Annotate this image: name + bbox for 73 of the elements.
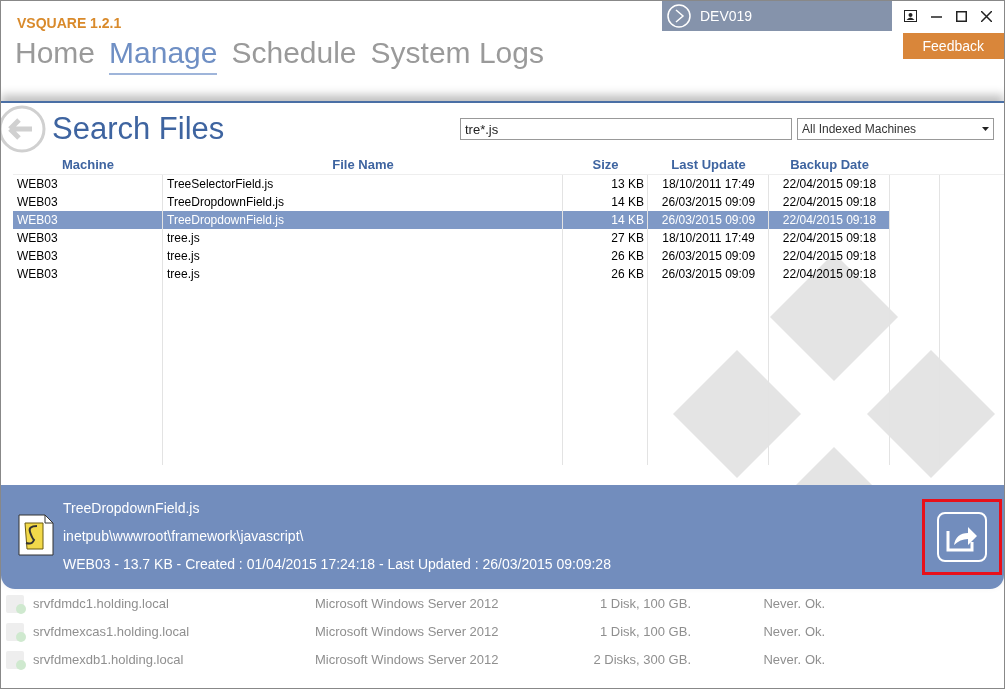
table-cell-text: tree.js [166, 230, 201, 247]
server-os: Microsoft Windows Server 2012 [315, 651, 500, 670]
close-icon[interactable] [981, 10, 992, 22]
app-title: VSQUARE 1.2.1 [17, 14, 122, 33]
table-row[interactable]: WEB03 TreeSelectorField.js 13 KB 18/10/2011 17:49 22/04/2015 09:18 [13, 175, 890, 193]
table-cell-text: 14 KB [610, 194, 645, 211]
file-path: inetpub\wwwroot\framework\javascript\ [63, 526, 305, 546]
table-cell-text: 22/04/2015 09:18 [781, 266, 878, 283]
table-cell-text: tree.js [166, 266, 201, 283]
server-status: Ok. [805, 623, 826, 642]
table-row[interactable]: WEB03 tree.js 27 KB 18/10/2011 17:49 22/04/2015 09:18 [13, 229, 890, 247]
table-cell-text: 22/04/2015 09:18 [781, 194, 878, 211]
server-backup: Never. [762, 595, 801, 614]
table-cell-text: 22/04/2015 09:18 [781, 176, 878, 193]
server-name: srvfdmexcas1.holding.local [33, 623, 191, 642]
table-cell-text: tree.js [166, 248, 201, 265]
maximize-icon[interactable] [956, 10, 967, 22]
server-disks: 1 Disk, 100 GB. [598, 623, 691, 642]
table-cell-text: WEB03 [16, 194, 59, 211]
table-row[interactable]: WEB03 TreeDropdownField.js 14 KB 26/03/2015 09:09 22/04/2015 09:18 [13, 193, 890, 211]
column-header[interactable]: Size [563, 154, 648, 175]
table-cell-text: WEB03 [16, 230, 59, 247]
server-icon [5, 593, 27, 615]
share-button[interactable] [937, 512, 987, 562]
script-file-icon [15, 513, 57, 557]
server-status: Ok. [805, 651, 826, 670]
column-header[interactable]: Machine [13, 154, 163, 175]
table-row[interactable]: WEB03 tree.js 26 KB 26/03/2015 09:09 22/04/2015 09:18 [13, 265, 890, 283]
server-disks: 1 Disk, 100 GB. [598, 595, 691, 614]
table-cell-text: 26 KB [610, 248, 645, 265]
table-cell-text: 18/10/2011 17:49 [661, 230, 756, 247]
table-cell-text: 22/04/2015 09:18 [781, 230, 878, 247]
nav-tab[interactable]: Manage [109, 33, 218, 75]
server-icon [5, 649, 27, 671]
server-status: Ok. [805, 595, 826, 614]
server-name: srvfdmexdb1.holding.local [33, 651, 185, 670]
profile-icon[interactable] [904, 10, 917, 22]
server-icon [5, 621, 27, 643]
column-header[interactable]: Backup Date [769, 154, 890, 175]
file-name: TreeDropdownField.js [63, 498, 201, 518]
dialog-title: Search Files [52, 109, 225, 148]
table-cell-text: 14 KB [610, 212, 645, 229]
search-field[interactable]: tre*.js [460, 118, 792, 140]
caret-icon [982, 127, 989, 131]
table-cell-text: WEB03 [16, 176, 59, 193]
play-icon [666, 3, 692, 29]
table-cell-text: 26 KB [610, 266, 645, 283]
table-cell-text: WEB03 [16, 212, 59, 229]
table-cell-text: TreeDropdownField.js [166, 194, 285, 211]
table-cell-text: 26/03/2015 09:09 [660, 266, 757, 283]
column-header[interactable]: Last Update [648, 154, 769, 175]
server-os: Microsoft Windows Server 2012 [315, 623, 500, 642]
table-cell-text: 22/04/2015 09:18 [781, 248, 878, 265]
table-cell-text: 26/03/2015 09:09 [660, 248, 757, 265]
table-cell-text: WEB03 [16, 248, 59, 265]
table-cell-text: TreeDropdownField.js [166, 212, 285, 229]
table-cell-text: 22/04/2015 09:18 [781, 212, 878, 229]
table-row[interactable]: WEB03 tree.js 26 KB 26/03/2015 09:09 22/04/2015 09:18 [13, 247, 890, 265]
table-cell-text: TreeSelectorField.js [166, 176, 275, 193]
table-cell-text: 27 KB [610, 230, 645, 247]
table-cell-text: WEB03 [16, 266, 59, 283]
table-cell-text: 18/10/2011 17:49 [661, 176, 756, 193]
server-disks: 2 Disks, 300 GB. [592, 651, 691, 670]
server-backup: Never. [762, 651, 801, 670]
table-cell-text: 26/03/2015 09:09 [660, 212, 757, 229]
server-os: Microsoft Windows Server 2012 [315, 595, 500, 614]
table-cell-text: 13 KB [610, 176, 645, 193]
table-cell-text: 26/03/2015 09:09 [660, 194, 757, 211]
column-header[interactable]: File Name [163, 154, 563, 175]
file-info: WEB03 - 13.7 KB - Created : 01/04/2015 17:24:18 - Last Updated : 26/03/2015 09:09:28 [63, 554, 611, 574]
server-name: srvfdmdc1.holding.local [33, 595, 170, 614]
scope-dropdown[interactable]: All Indexed Machines [797, 118, 994, 140]
server-backup: Never. [762, 623, 801, 642]
